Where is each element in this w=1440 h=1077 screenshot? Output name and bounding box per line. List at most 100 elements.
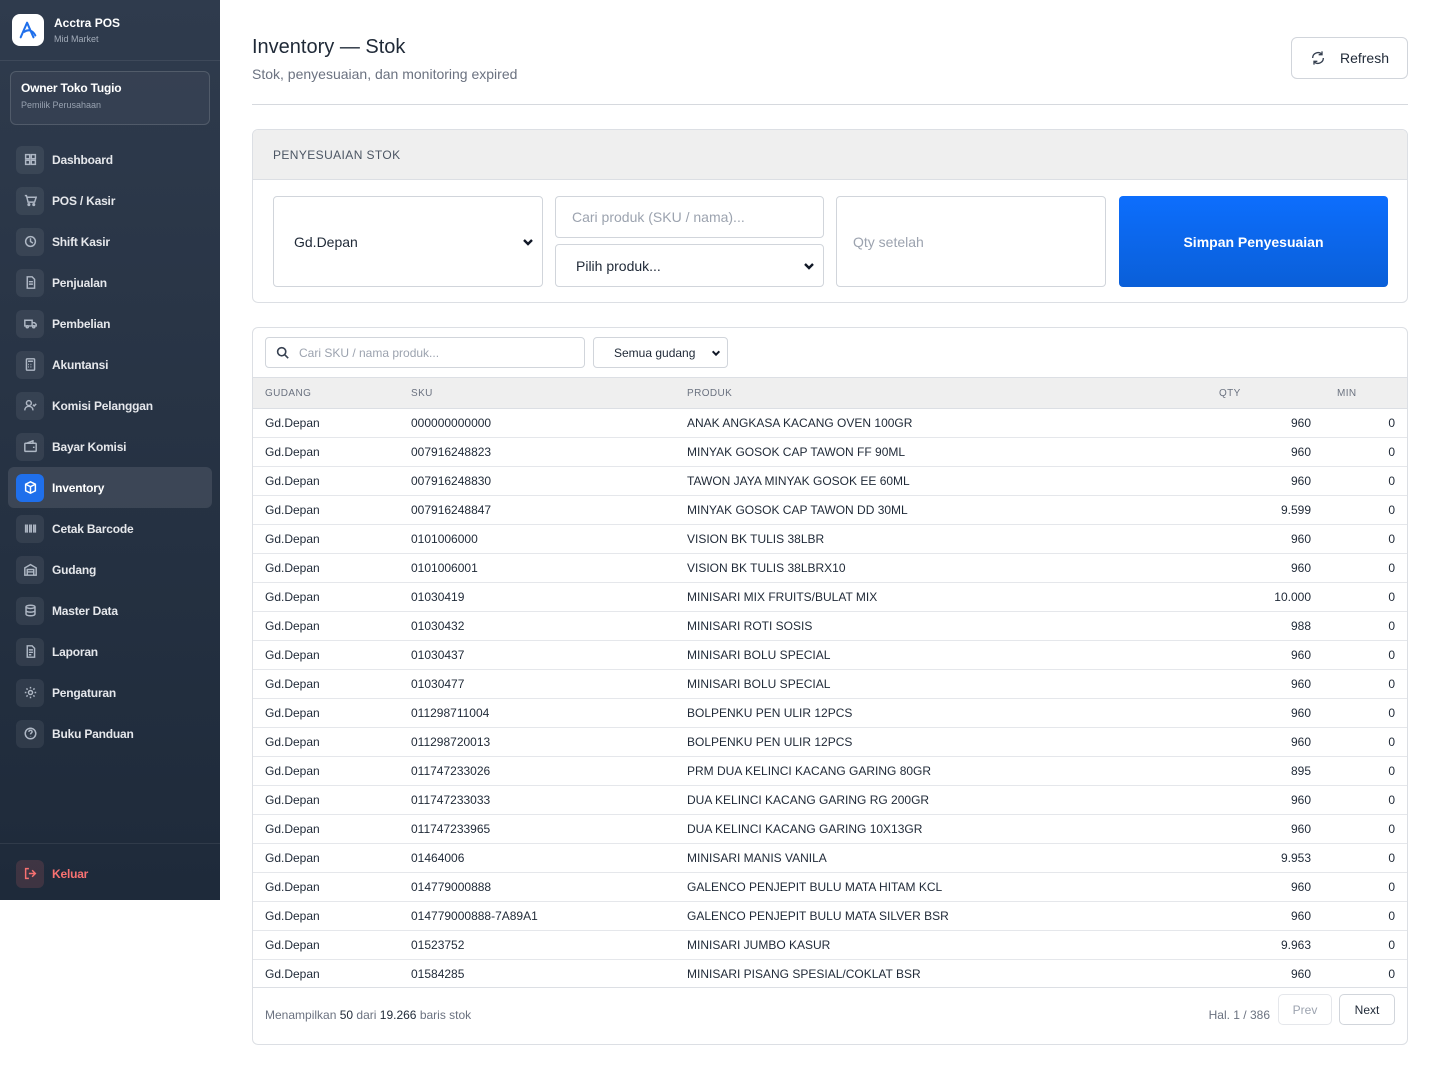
cell-gudang: Gd.Depan xyxy=(253,582,411,612)
user-card[interactable]: Owner Toko Tugio Pemilik Perusahaan xyxy=(10,71,210,125)
table-row[interactable]: Gd.Depan 011747233026 PRM DUA KELINCI KACA… xyxy=(253,756,1407,786)
column-header-min[interactable]: MIN xyxy=(1311,377,1407,409)
sidebar-item-komisi-pelanggan[interactable]: Komisi Pelanggan xyxy=(8,385,212,426)
table-row[interactable]: Gd.Depan 011747233965 DUA KELINCI KACANG G… xyxy=(253,814,1407,844)
sidebar-item-cetak-barcode[interactable]: Cetak Barcode xyxy=(8,508,212,549)
cell-sku: 01464006 xyxy=(411,843,687,873)
table-row[interactable]: Gd.Depan 01030432 MINISARI ROTI SOSIS 988 0 xyxy=(253,611,1407,641)
cell-produk: MINYAK GOSOK CAP TAWON FF 90ML xyxy=(687,437,1207,467)
table-row[interactable]: Gd.Depan 01464006 MINISARI MANIS VANILA 9.9… xyxy=(253,843,1407,873)
sidebar-item-buku-panduan[interactable]: Buku Panduan xyxy=(8,713,212,754)
table-row[interactable]: Gd.Depan 01523752 MINISARI JUMBO KASUR 9.96… xyxy=(253,930,1407,960)
sidebar-item-laporan[interactable]: Laporan xyxy=(8,631,212,672)
sidebar-item-gudang[interactable]: Gudang xyxy=(8,549,212,590)
cell-qty: 960 xyxy=(1207,408,1311,438)
report-icon xyxy=(16,637,44,666)
cell-gudang: Gd.Depan xyxy=(253,408,411,438)
cart-icon xyxy=(16,186,44,215)
cell-gudang: Gd.Depan xyxy=(253,524,411,554)
cell-qty: 9.599 xyxy=(1207,495,1311,525)
refresh-label: Refresh xyxy=(1339,50,1390,66)
table-row[interactable]: Gd.Depan 01030419 MINISARI MIX FRUITS/BULA… xyxy=(253,582,1407,612)
table-row[interactable]: Gd.Depan 007916248823 MINYAK GOSOK CAP TAW… xyxy=(253,437,1407,467)
logout-icon xyxy=(16,859,44,888)
sidebar-item-akuntansi[interactable]: Akuntansi xyxy=(8,344,212,385)
sidebar-item-master-data[interactable]: Master Data xyxy=(8,590,212,631)
cell-produk: MINISARI BOLU SPECIAL xyxy=(687,669,1207,699)
cell-qty: 10.000 xyxy=(1207,582,1311,612)
table-row[interactable]: Gd.Depan 000000000000 ANAK ANGKASA KACANG … xyxy=(253,408,1407,438)
cell-qty: 960 xyxy=(1207,640,1311,670)
cell-min: 0 xyxy=(1311,959,1407,987)
cell-gudang: Gd.Depan xyxy=(253,495,411,525)
table-scroll-area[interactable]: GUDANG SKU PRODUK QTY MIN Gd.Depan 000000… xyxy=(253,377,1407,988)
cell-produk: MINISARI ROTI SOSIS xyxy=(687,611,1207,641)
cell-min: 0 xyxy=(1311,640,1407,670)
cell-min: 0 xyxy=(1311,814,1407,844)
cell-qty: 9.963 xyxy=(1207,930,1311,960)
logout-button[interactable]: Keluar xyxy=(8,853,212,894)
sidebar-item-shift[interactable]: Shift Kasir xyxy=(8,221,212,262)
sidebar-item-dashboard[interactable]: Dashboard xyxy=(8,139,212,180)
column-header-sku[interactable]: SKU xyxy=(411,377,687,409)
gear-icon xyxy=(16,678,44,707)
cell-gudang: Gd.Depan xyxy=(253,553,411,583)
table-row[interactable]: Gd.Depan 011298720013 BOLPENKU PEN ULIR 12… xyxy=(253,727,1407,757)
save-adjustment-button[interactable]: Simpan Penyesuaian xyxy=(1119,196,1388,287)
table-row[interactable]: Gd.Depan 011747233033 DUA KELINCI KACANG G… xyxy=(253,785,1407,815)
table-row[interactable]: Gd.Depan 01030437 MINISARI BOLU SPECIAL 960… xyxy=(253,640,1407,670)
warehouse-filter-select[interactable]: Semua gudang xyxy=(593,337,728,368)
cell-qty: 960 xyxy=(1207,901,1311,931)
next-page-button[interactable]: Next xyxy=(1339,994,1395,1025)
warehouse-icon xyxy=(16,555,44,584)
database-icon xyxy=(16,596,44,625)
stock-search-input[interactable]: Cari SKU / nama produk... xyxy=(265,337,585,368)
column-header-qty[interactable]: QTY xyxy=(1207,377,1311,409)
table-row[interactable]: Gd.Depan 014779000888-7A89A1 GALENCO PENJE… xyxy=(253,901,1407,931)
product-select-value: Pilih produk... xyxy=(576,257,661,274)
cell-gudang: Gd.Depan xyxy=(253,901,411,931)
sidebar-item-pembelian[interactable]: Pembelian xyxy=(8,303,212,344)
sidebar-item-pengaturan[interactable]: Pengaturan xyxy=(8,672,212,713)
sidebar-item-pos[interactable]: POS / Kasir xyxy=(8,180,212,221)
sidebar-item-bayar-komisi[interactable]: Bayar Komisi xyxy=(8,426,212,467)
app-tier: Mid Market xyxy=(54,34,99,44)
app-name: Acctra POS xyxy=(54,16,121,30)
table-row[interactable]: Gd.Depan 01584285 MINISARI PISANG SPESIAL/… xyxy=(253,959,1407,987)
product-select[interactable]: Pilih produk... xyxy=(555,244,824,287)
table-row[interactable]: Gd.Depan 007916248847 MINYAK GOSOK CAP TAW… xyxy=(253,495,1407,525)
stock-adjustment-title: PENYESUAIAN STOK xyxy=(253,130,1407,180)
cell-sku: 007916248823 xyxy=(411,437,687,467)
cell-sku: 011298711004 xyxy=(411,698,687,728)
prev-page-button[interactable]: Prev xyxy=(1278,994,1332,1025)
warehouse-select-value: Gd.Depan xyxy=(294,233,358,250)
truck-icon xyxy=(16,309,44,338)
sidebar-item-label: Komisi Pelanggan xyxy=(52,398,153,413)
sidebar-item-penjualan[interactable]: Penjualan xyxy=(8,262,212,303)
warehouse-select[interactable]: Gd.Depan xyxy=(273,196,543,287)
table-row[interactable]: Gd.Depan 011298711004 BOLPENKU PEN ULIR 12… xyxy=(253,698,1407,728)
app-logo-icon xyxy=(12,14,44,46)
table-row[interactable]: Gd.Depan 0101006000 VISION BK TULIS 38LBR 9… xyxy=(253,524,1407,554)
cell-min: 0 xyxy=(1311,466,1407,496)
column-header-gudang[interactable]: GUDANG xyxy=(253,377,411,409)
user-role: Pemilik Perusahaan xyxy=(21,100,102,110)
brand: Acctra POS Mid Market xyxy=(0,0,220,61)
product-search-input[interactable]: Cari produk (SKU / nama)... xyxy=(555,196,824,238)
column-header-produk[interactable]: PRODUK xyxy=(687,377,1207,409)
page-subtitle: Stok, penyesuaian, dan monitoring expire… xyxy=(252,66,518,82)
row-count-info: Menampilkan 50 dari 19.266 baris stok xyxy=(265,1008,471,1022)
table-row[interactable]: Gd.Depan 0101006001 VISION BK TULIS 38LBRX… xyxy=(253,553,1407,583)
sidebar-item-inventory[interactable]: Inventory xyxy=(8,467,212,508)
cell-gudang: Gd.Depan xyxy=(253,756,411,786)
refresh-button[interactable]: Refresh xyxy=(1291,37,1408,79)
table-row[interactable]: Gd.Depan 014779000888 GALENCO PENJEPIT BUL… xyxy=(253,872,1407,902)
qty-after-input[interactable]: Qty setelah xyxy=(836,196,1106,287)
cell-sku: 011747233026 xyxy=(411,756,687,786)
table-row[interactable]: Gd.Depan 01030477 MINISARI BOLU SPECIAL 960… xyxy=(253,669,1407,699)
warehouse-filter-value: Semua gudang xyxy=(614,345,696,360)
cell-produk: PRM DUA KELINCI KACANG GARING 80GR xyxy=(687,756,1207,786)
table-row[interactable]: Gd.Depan 007916248830 TAWON JAYA MINYAK GO… xyxy=(253,466,1407,496)
cell-min: 0 xyxy=(1311,843,1407,873)
sidebar: Acctra POS Mid Market Owner Toko Tugio P… xyxy=(0,0,220,900)
